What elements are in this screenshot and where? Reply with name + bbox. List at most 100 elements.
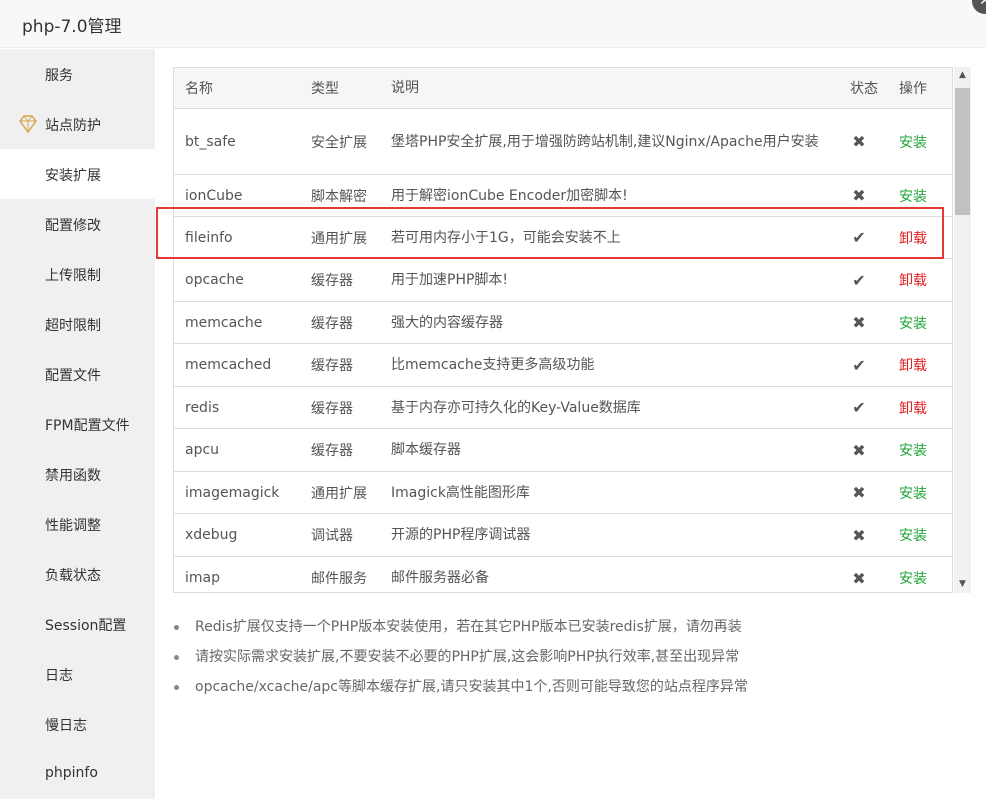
notes-list: Redis扩展仅支持一个PHP版本安装使用，若在其它PHP版本已安装redis扩… — [170, 617, 960, 707]
sidebar-item-upload-limit[interactable]: 上传限制 — [0, 249, 155, 299]
ext-type: 缓存器 — [311, 315, 353, 332]
bullet-icon — [174, 655, 179, 660]
column-header-type: 类型 — [311, 81, 339, 97]
ext-type: 缓存器 — [311, 273, 353, 289]
sidebar-item-slow-log[interactable]: 慢日志 — [0, 699, 155, 749]
uninstall-button[interactable]: 卸载 — [899, 387, 949, 428]
note-text: opcache/xcache/apc等脚本缓存扩展,请只安装其中1个,否则可能导… — [195, 679, 748, 695]
sidebar-item-session-config[interactable]: Session配置 — [0, 599, 155, 649]
cross-icon: ✖ — [852, 483, 866, 502]
sidebar-item-site-protection[interactable]: 站点防护 — [0, 99, 155, 149]
ext-type: 安全扩展 — [311, 134, 367, 151]
install-button[interactable]: 安装 — [899, 109, 949, 174]
install-button[interactable]: 安装 — [899, 472, 949, 513]
sidebar-item-label: 禁用函数 — [45, 468, 101, 484]
ext-type: 缓存器 — [311, 400, 353, 417]
ext-type: 邮件服务 — [311, 571, 367, 587]
table-row: xdebug 调试器 开源的PHP程序调试器 ✖ 安装 — [174, 514, 952, 557]
extensions-table: 名称 类型 说明 状态 操作 bt_safe 安全扩展 堡塔PHP安全扩展,用于… — [173, 67, 953, 593]
sidebar-item-label: 负载状态 — [45, 568, 101, 584]
cross-icon: ✖ — [852, 440, 866, 460]
uninstall-button[interactable]: 卸载 — [899, 344, 949, 386]
ext-desc: 堡塔PHP安全扩展,用于增强防跨站机制,建议Nginx/Apache用户安装 — [391, 133, 819, 150]
column-header-name: 名称 — [185, 81, 213, 97]
sidebar-item-install-extensions[interactable]: 安装扩展 — [0, 149, 155, 199]
table-row: apcu 缓存器 脚本缓存器 ✖ 安装 — [174, 429, 952, 472]
note-item: opcache/xcache/apc等脚本缓存扩展,请只安装其中1个,否则可能导… — [170, 677, 960, 707]
bullet-icon — [174, 625, 179, 630]
scrollbar-thumb[interactable] — [955, 88, 970, 215]
column-header-status: 状态 — [850, 81, 878, 97]
cross-icon: ✖ — [852, 525, 866, 545]
diamond-icon — [19, 115, 37, 134]
sidebar-item-load-status[interactable]: 负载状态 — [0, 549, 155, 599]
sidebar-item-label: 安装扩展 — [45, 168, 101, 184]
table-header: 名称 类型 说明 状态 操作 — [174, 68, 952, 109]
ext-desc: 脚本缓存器 — [391, 442, 461, 458]
table-row: bt_safe 安全扩展 堡塔PHP安全扩展,用于增强防跨站机制,建议Nginx… — [174, 109, 952, 175]
sidebar-item-label: 性能调整 — [45, 518, 101, 534]
close-icon[interactable]: ✕ — [972, 0, 986, 14]
sidebar-item-performance[interactable]: 性能调整 — [0, 499, 155, 549]
table-row: memcache 缓存器 强大的内容缓存器 ✖ 安装 — [174, 302, 952, 344]
sidebar-item-label: 上传限制 — [45, 268, 101, 284]
check-icon: ✔ — [852, 355, 866, 375]
sidebar-item-label: 站点防护 — [45, 118, 101, 134]
ext-desc: 用于加速PHP脚本! — [391, 272, 509, 288]
highlight-box — [156, 207, 944, 259]
table-scrollbar[interactable]: ▲ ▼ — [954, 67, 971, 593]
uninstall-button[interactable]: 卸载 — [899, 259, 949, 301]
ext-name: imagemagick — [185, 484, 280, 501]
cross-icon: ✖ — [852, 313, 866, 332]
bullet-icon — [174, 685, 179, 690]
column-header-op: 操作 — [899, 81, 927, 97]
sidebar-item-phpinfo[interactable]: phpinfo — [0, 749, 155, 799]
title-bar: php-7.0管理 ✕ — [0, 0, 986, 48]
sidebar-item-label: Session配置 — [45, 618, 127, 634]
sidebar-item-service[interactable]: 服务 — [0, 49, 155, 99]
ext-desc: 开源的PHP程序调试器 — [391, 527, 531, 543]
ext-type: 缓存器 — [311, 443, 353, 459]
ext-name: imap — [185, 570, 220, 586]
sidebar-item-config-file[interactable]: 配置文件 — [0, 349, 155, 399]
table-row: redis 缓存器 基于内存亦可持久化的Key-Value数据库 ✔ 卸载 — [174, 387, 952, 429]
sidebar-item-label: FPM配置文件 — [45, 418, 130, 434]
check-icon: ✔ — [852, 270, 866, 290]
sidebar-item-label: phpinfo — [45, 765, 98, 781]
install-button[interactable]: 安装 — [899, 302, 949, 343]
sidebar-item-config-edit[interactable]: 配置修改 — [0, 199, 155, 249]
sidebar-item-fpm-config[interactable]: FPM配置文件 — [0, 399, 155, 449]
install-button[interactable]: 安装 — [899, 429, 949, 471]
ext-name: redis — [185, 399, 220, 416]
ext-name: memcache — [185, 314, 263, 331]
table-row: imagemagick 通用扩展 Imagick高性能图形库 ✖ 安装 — [174, 472, 952, 514]
sidebar-item-label: 服务 — [45, 68, 73, 84]
install-button[interactable]: 安装 — [899, 514, 949, 556]
scroll-down-icon[interactable]: ▼ — [954, 576, 971, 593]
install-button[interactable]: 安装 — [899, 557, 949, 592]
sidebar-item-label: 配置文件 — [45, 368, 101, 384]
ext-desc: Imagick高性能图形库 — [391, 484, 530, 501]
sidebar: 服务 站点防护 安装扩展 配置修改 上传限制 超时限制 配置文件 FPM配置文件… — [0, 49, 155, 799]
check-icon: ✔ — [852, 398, 866, 417]
sidebar-item-label: 超时限制 — [45, 318, 101, 334]
scroll-up-icon[interactable]: ▲ — [954, 67, 971, 84]
sidebar-item-log[interactable]: 日志 — [0, 649, 155, 699]
note-item: 请按实际需求安装扩展,不要安装不必要的PHP扩展,这会影响PHP执行效率,甚至出… — [170, 647, 960, 677]
cross-icon: ✖ — [852, 132, 866, 151]
cross-icon: ✖ — [852, 568, 866, 588]
sidebar-item-label: 慢日志 — [45, 718, 87, 734]
ext-desc: 比memcache支持更多高级功能 — [391, 357, 595, 373]
sidebar-item-disabled-functions[interactable]: 禁用函数 — [0, 449, 155, 499]
ext-type: 缓存器 — [311, 358, 353, 374]
ext-type: 调试器 — [311, 528, 353, 544]
note-item: Redis扩展仅支持一个PHP版本安装使用，若在其它PHP版本已安装redis扩… — [170, 617, 960, 647]
ext-desc: 邮件服务器必备 — [391, 570, 489, 586]
ext-name: memcached — [185, 357, 272, 373]
column-header-desc: 说明 — [391, 80, 419, 96]
note-text: 请按实际需求安装扩展,不要安装不必要的PHP扩展,这会影响PHP执行效率,甚至出… — [195, 649, 740, 665]
note-text: Redis扩展仅支持一个PHP版本安装使用，若在其它PHP版本已安装redis扩… — [195, 619, 742, 635]
sidebar-item-timeout-limit[interactable]: 超时限制 — [0, 299, 155, 349]
ext-desc: 基于内存亦可持久化的Key-Value数据库 — [391, 399, 641, 416]
table-row: memcached 缓存器 比memcache支持更多高级功能 ✔ 卸载 — [174, 344, 952, 387]
